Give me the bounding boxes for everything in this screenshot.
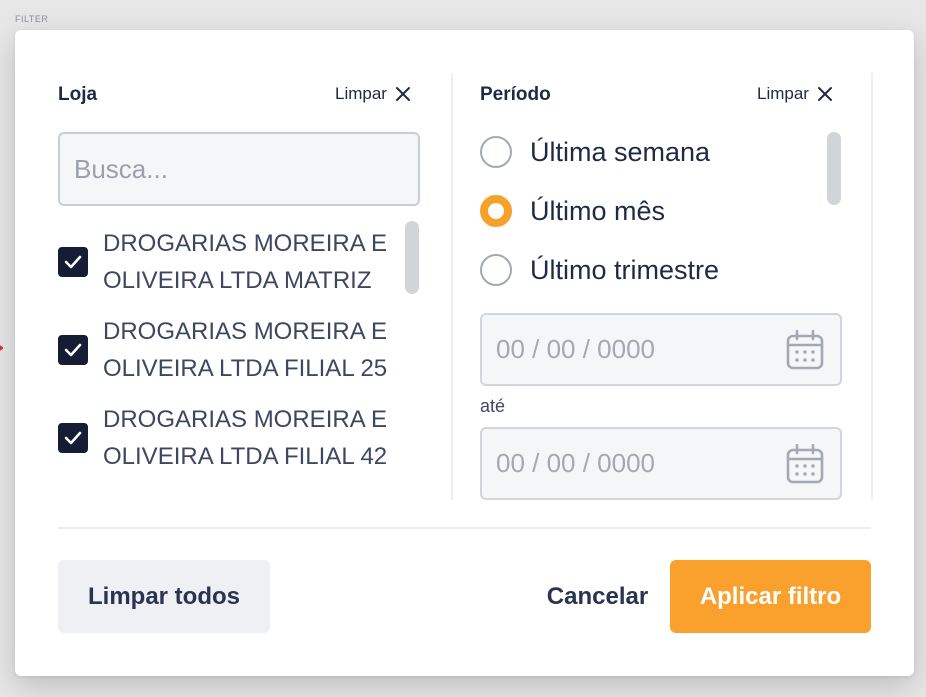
period-option-label: Último mês	[530, 195, 666, 226]
column-divider	[451, 73, 453, 500]
store-search-input[interactable]	[58, 132, 420, 206]
radio-button[interactable]	[480, 254, 512, 286]
date-to-placeholder: 00 / 00 / 0000	[496, 448, 656, 478]
store-checkbox[interactable]	[58, 247, 88, 277]
store-checkbox[interactable]	[58, 423, 88, 453]
close-icon	[395, 87, 410, 101]
period-option-label: Última semana	[530, 136, 711, 167]
filter-modal: Loja Limpar DROGARIAS MOREIRA E OLIVEIRA…	[15, 30, 914, 676]
store-label: DROGARIAS MOREIRA E OLIVEIRA LTDA FILIAL…	[103, 406, 388, 470]
period-scrollbar[interactable]	[827, 132, 841, 205]
store-list-item[interactable]: DROGARIAS MOREIRA E OLIVEIRA LTDA MATRIZ	[58, 218, 398, 306]
close-icon	[817, 87, 832, 101]
period-option-last-week[interactable]: Última semana	[480, 136, 710, 168]
store-section-title: Loja	[58, 84, 98, 105]
radio-button[interactable]	[480, 136, 512, 168]
date-from-field[interactable]: 00 / 00 / 0000	[480, 313, 842, 386]
store-list-item[interactable]: DROGARIAS MOREIRA E OLIVEIRA LTDA FILIAL…	[58, 306, 398, 394]
period-clear-label: Limpar	[757, 84, 809, 103]
arrow-right-icon	[0, 345, 4, 351]
period-option-last-month[interactable]: Último mês	[480, 195, 665, 227]
store-checkbox[interactable]	[58, 335, 88, 365]
store-clear-label: Limpar	[335, 84, 387, 103]
apply-filter-button[interactable]: Aplicar filtro	[670, 560, 871, 633]
column-divider-right	[871, 73, 873, 500]
date-range-separator: até	[480, 396, 506, 416]
period-section-title: Período	[480, 84, 551, 105]
checkmark-icon	[64, 343, 82, 357]
period-option-label: Último trimestre	[530, 254, 720, 285]
period-option-last-quarter[interactable]: Último trimestre	[480, 254, 719, 286]
frame-label: FILTER	[15, 14, 49, 24]
footer-divider	[58, 527, 871, 529]
calendar-icon[interactable]	[786, 329, 824, 370]
store-label: DROGARIAS MOREIRA E OLIVEIRA LTDA FILIAL…	[103, 318, 388, 382]
cancel-button[interactable]: Cancelar	[530, 560, 665, 633]
store-list: DROGARIAS MOREIRA E OLIVEIRA LTDA MATRIZ…	[58, 218, 398, 482]
radio-button-selected[interactable]	[480, 195, 512, 227]
calendar-icon[interactable]	[786, 443, 824, 484]
checkmark-icon	[64, 431, 82, 445]
period-clear-button[interactable]: Limpar	[757, 84, 833, 104]
store-clear-button[interactable]: Limpar	[335, 84, 411, 104]
date-from-placeholder: 00 / 00 / 0000	[496, 334, 656, 364]
store-list-scrollbar[interactable]	[405, 221, 419, 294]
clear-all-button[interactable]: Limpar todos	[58, 560, 270, 633]
checkmark-icon	[64, 255, 82, 269]
store-label: DROGARIAS MOREIRA E OLIVEIRA LTDA MATRIZ	[103, 230, 388, 294]
store-list-item[interactable]: DROGARIAS MOREIRA E OLIVEIRA LTDA FILIAL…	[58, 394, 398, 482]
date-to-field[interactable]: 00 / 00 / 0000	[480, 427, 842, 500]
